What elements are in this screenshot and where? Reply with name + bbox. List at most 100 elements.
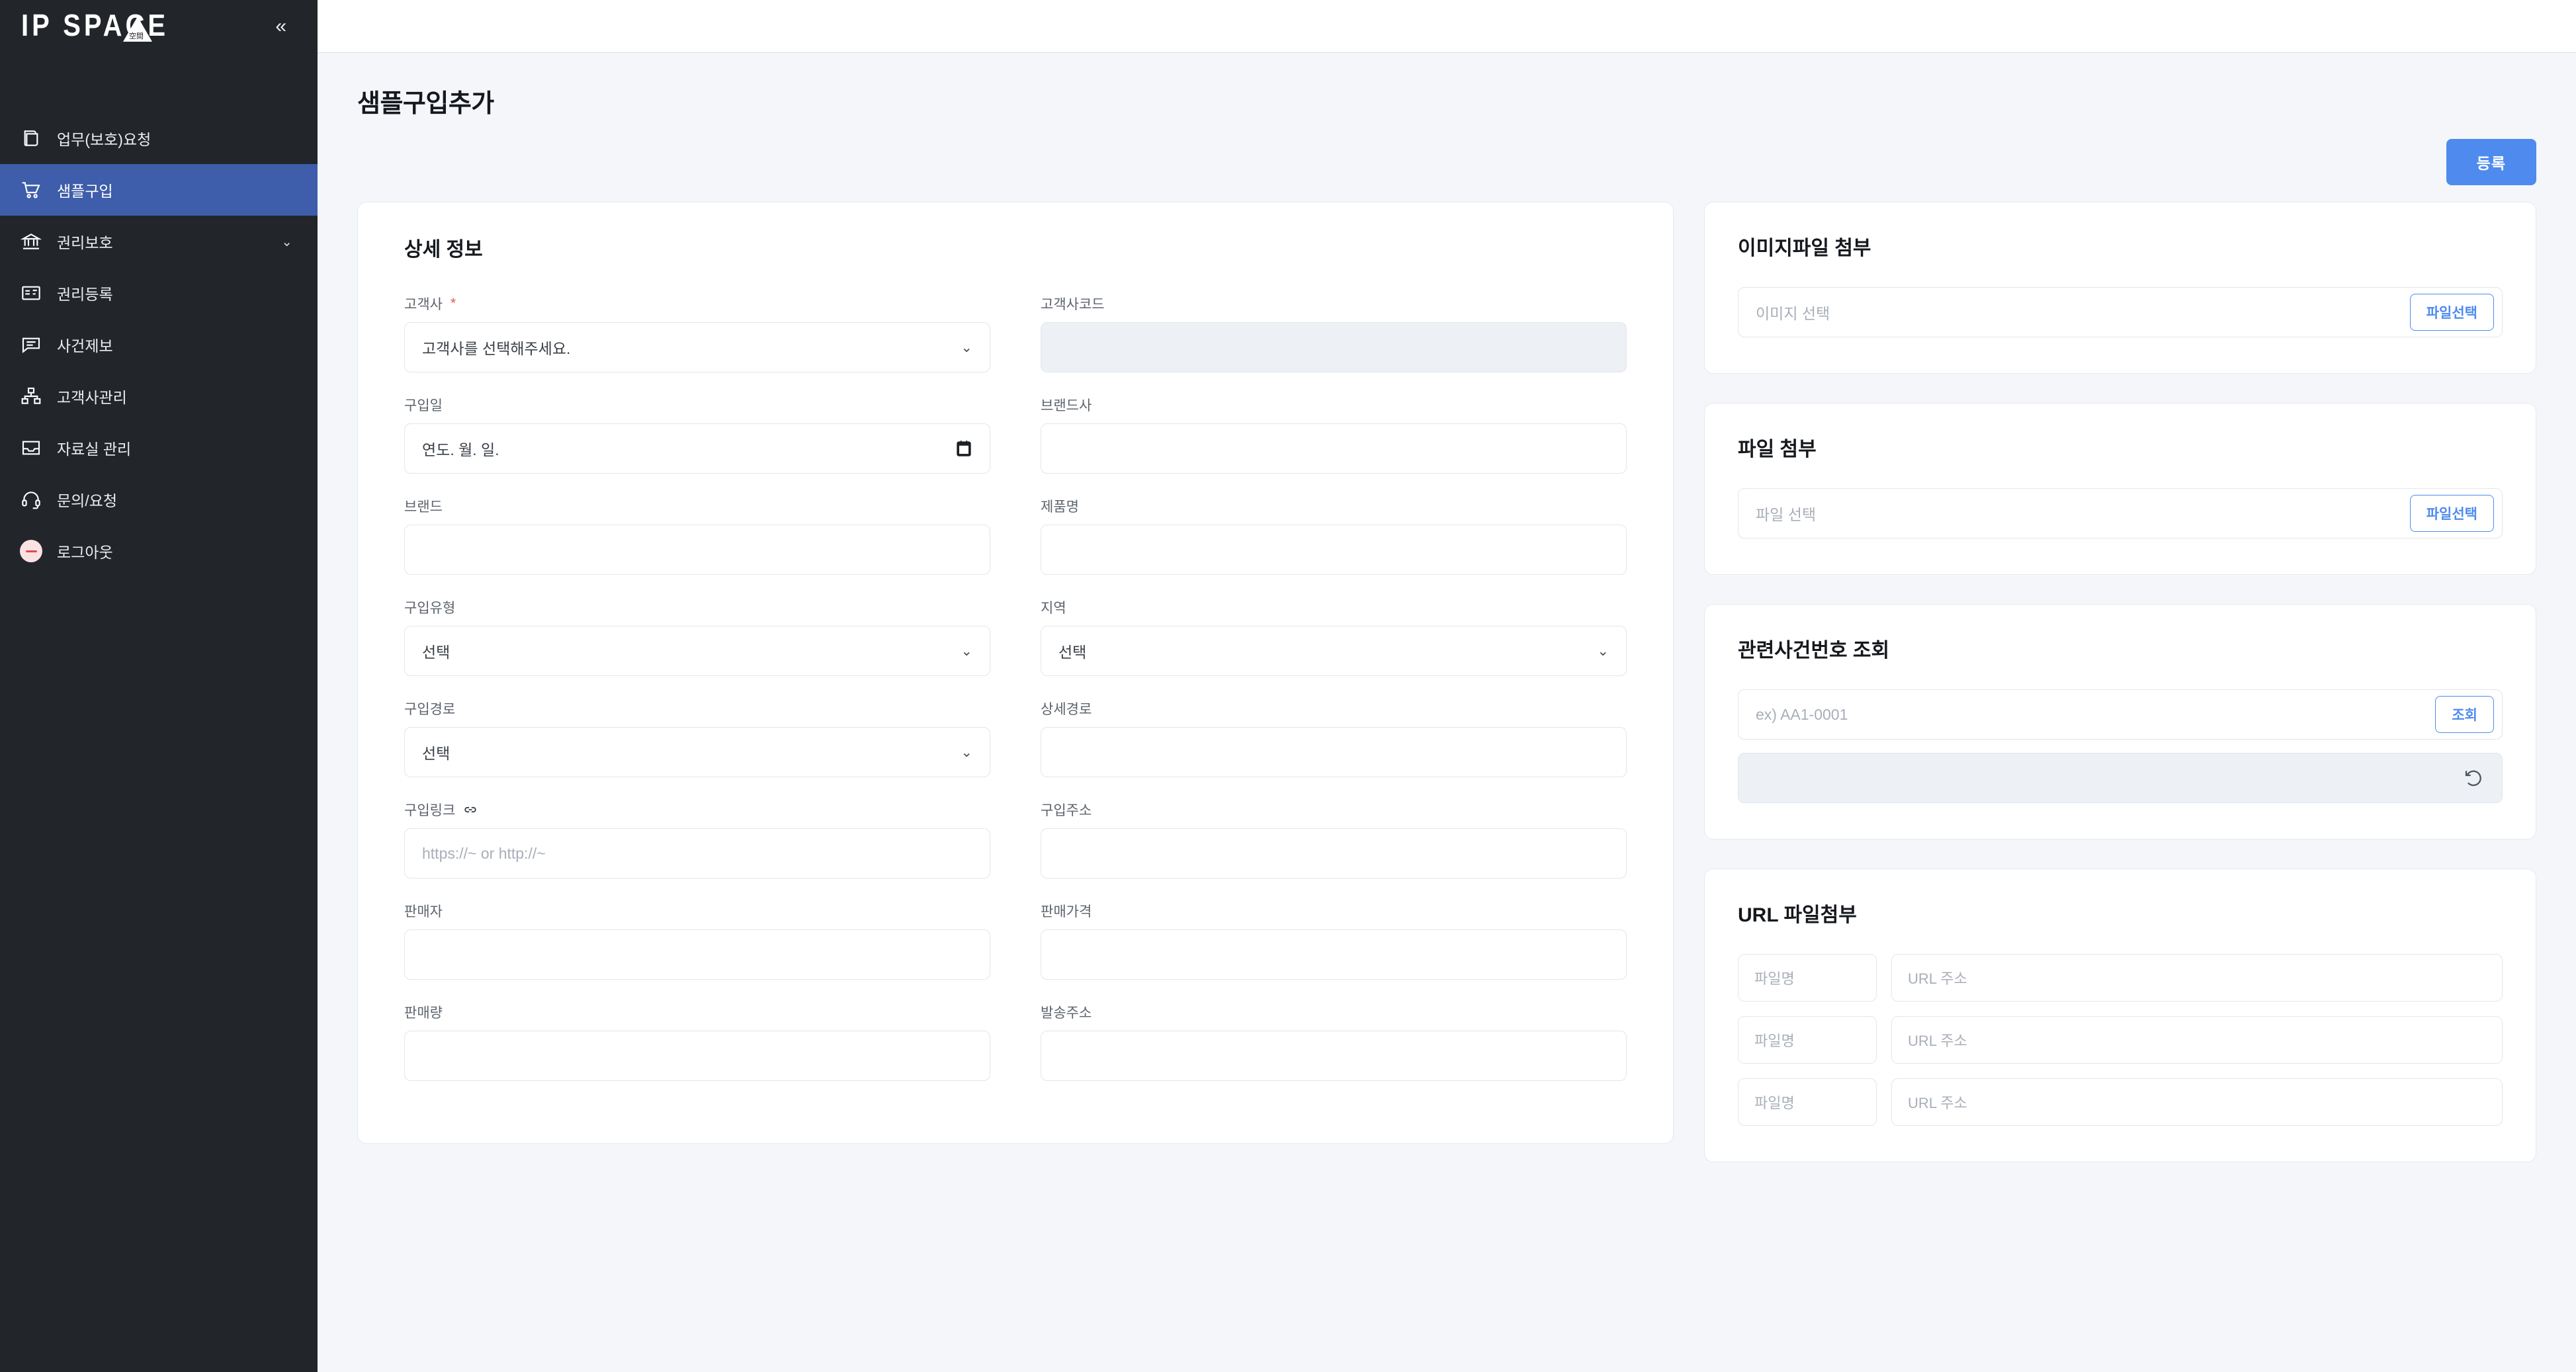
case-number-input[interactable]: ex) AA1-0001: [1756, 706, 2435, 724]
purchase-type-value: 선택: [422, 644, 451, 661]
scroll-icon: [20, 127, 42, 150]
calendar-icon[interactable]: [955, 439, 972, 458]
purchase-link-input[interactable]: https://~ or http://~: [404, 828, 990, 879]
region-select[interactable]: 선택 ⌄: [1041, 626, 1627, 676]
field-label: 브랜드: [404, 499, 443, 515]
sidebar-item-label: 자료실 관리: [57, 441, 132, 458]
field-label: 고객사 *: [404, 294, 990, 314]
field-label: 고객사코드: [1041, 297, 1105, 312]
field-purchase-channel: 구입경로 선택 ⌄: [404, 699, 990, 777]
url-filename-input[interactable]: 파일명: [1738, 954, 1877, 1002]
url-row: 파일명 URL 주소: [1738, 1016, 2503, 1064]
sidebar-item-label: 로그아웃: [57, 544, 113, 561]
detail-column: 상세 정보 고객사 * 고객사를 선택해주세요. ⌄ 고객사코드 구입일 연도.…: [357, 202, 1674, 1144]
page-content: 샘플구입추가 등록 상세 정보 고객사 * 고객사를 선택해주세요. ⌄ 고객사…: [318, 53, 2576, 1372]
sidebar-item-rights-registration[interactable]: 권리등록: [0, 267, 318, 319]
field-product-name: 제품명: [1041, 496, 1627, 575]
field-label-text: 구입링크: [404, 803, 456, 818]
detail-fields-grid: 고객사 * 고객사를 선택해주세요. ⌄ 고객사코드 구입일 연도. 월. 일.…: [404, 294, 1627, 1103]
file-attachment-card: 파일 첨부 파일 선택 파일선택: [1704, 403, 2536, 575]
field-label: 구입일: [404, 398, 443, 413]
logo-emblem-glyph: 空間: [129, 32, 144, 40]
field-brand: 브랜드: [404, 496, 990, 575]
sidebar-item-work-request[interactable]: 업무(보호)요청: [0, 112, 318, 164]
detail-card-title: 상세 정보: [404, 239, 483, 261]
url-address-input[interactable]: URL 주소: [1891, 1016, 2503, 1064]
field-detail-channel: 상세경로: [1041, 699, 1627, 777]
sale-quantity-input[interactable]: [404, 1031, 990, 1081]
case-lookup-title: 관련사건번호 조회: [1738, 640, 1890, 662]
chevron-down-icon[interactable]: ⌄: [281, 234, 292, 250]
purchase-type-select[interactable]: 선택 ⌄: [404, 626, 990, 676]
app-logo: IP SPACE 空間: [21, 9, 169, 43]
field-brand-company: 브랜드사: [1041, 395, 1627, 474]
case-lookup-button[interactable]: 조회: [2435, 696, 2494, 733]
image-attachment-card: 이미지파일 첨부 이미지 선택 파일선택: [1704, 202, 2536, 374]
field-region: 지역 선택 ⌄: [1041, 597, 1627, 676]
product-name-input[interactable]: [1041, 525, 1627, 575]
field-label: 판매량: [404, 1006, 443, 1021]
sale-price-input[interactable]: [1041, 929, 1627, 980]
url-address-input[interactable]: URL 주소: [1891, 954, 2503, 1002]
purchase-date-value: 연도. 월. 일.: [422, 441, 499, 458]
image-file-select-button[interactable]: 파일선택: [2409, 294, 2494, 331]
certificate-icon: [20, 282, 42, 304]
image-attachment-title: 이미지파일 첨부: [1738, 237, 1871, 259]
main-area: 샘플구입추가 등록 상세 정보 고객사 * 고객사를 선택해주세요. ⌄ 고객사…: [318, 0, 2576, 1372]
chevron-down-icon: ⌄: [1597, 643, 1609, 659]
url-address-input[interactable]: URL 주소: [1891, 1078, 2503, 1126]
sidebar-item-logout[interactable]: 로그아웃: [0, 525, 318, 577]
sidebar-item-archive-management[interactable]: 자료실 관리: [0, 422, 318, 474]
logo-text-right: SPACE: [63, 9, 169, 43]
chevron-down-icon: ⌄: [961, 643, 972, 659]
field-customer-code: 고객사코드: [1041, 294, 1627, 372]
field-seller: 판매자: [404, 901, 990, 980]
submit-register-button[interactable]: 등록: [2446, 139, 2536, 185]
field-purchase-address: 구입주소: [1041, 800, 1627, 879]
customer-select-value: 고객사를 선택해주세요.: [422, 340, 571, 357]
field-label: 브랜드사: [1041, 398, 1092, 413]
purchase-date-input[interactable]: 연도. 월. 일.: [404, 423, 990, 474]
case-lookup-card: 관련사건번호 조회 ex) AA1-0001 조회: [1704, 604, 2536, 839]
url-row: 파일명 URL 주소: [1738, 954, 2503, 1002]
undo-icon[interactable]: [2464, 767, 2485, 789]
sidebar-item-client-management[interactable]: 고객사관리: [0, 370, 318, 422]
sidebar-item-inquiry-request[interactable]: 문의/요청: [0, 474, 318, 525]
sidebar-item-label: 권리보호: [57, 234, 113, 251]
headset-icon: [20, 488, 42, 511]
field-label: 발송주소: [1041, 1006, 1092, 1021]
field-purchase-date: 구입일 연도. 월. 일.: [404, 395, 990, 474]
url-filename-input[interactable]: 파일명: [1738, 1016, 1877, 1064]
field-label: 제품명: [1041, 499, 1079, 515]
brand-input[interactable]: [404, 525, 990, 575]
detail-info-card: 상세 정보 고객사 * 고객사를 선택해주세요. ⌄ 고객사코드 구입일 연도.…: [357, 202, 1674, 1144]
purchase-channel-select[interactable]: 선택 ⌄: [404, 727, 990, 777]
customer-select[interactable]: 고객사를 선택해주세요. ⌄: [404, 322, 990, 372]
sidebar-item-label: 문의/요청: [57, 492, 118, 509]
file-input[interactable]: 파일 선택: [1756, 502, 2410, 525]
url-filename-input[interactable]: 파일명: [1738, 1078, 1877, 1126]
field-label: 지역: [1041, 601, 1066, 616]
sidebar-item-rights-protection[interactable]: 권리보호 ⌄: [0, 216, 318, 267]
link-icon: [463, 802, 478, 817]
side-column: 이미지파일 첨부 이미지 선택 파일선택 파일 첨부 파일 선택 파일선택 관련…: [1704, 202, 2536, 1162]
field-label: 구입주소: [1041, 803, 1092, 818]
sidebar-item-label: 샘플구입: [57, 183, 113, 200]
sidebar-item-case-report[interactable]: 사건제보: [0, 319, 318, 370]
seller-input[interactable]: [404, 929, 990, 980]
purchase-address-input[interactable]: [1041, 828, 1627, 879]
sidebar-nav: 업무(보호)요청 샘플구입 권리보호 ⌄ 권리등록 사건제보 고객사관리 자료실…: [0, 112, 318, 577]
file-select-button[interactable]: 파일선택: [2409, 495, 2494, 532]
sidebar-item-label: 고객사관리: [57, 389, 127, 406]
required-asterisk: *: [450, 296, 456, 311]
detail-channel-input[interactable]: [1041, 727, 1627, 777]
brand-company-input[interactable]: [1041, 423, 1627, 474]
sidebar-item-label: 사건제보: [57, 337, 113, 355]
image-file-input[interactable]: 이미지 선택: [1756, 301, 2410, 323]
file-attachment-title: 파일 첨부: [1738, 439, 1817, 460]
top-bar: [318, 0, 2576, 53]
sidebar-header: IP SPACE 空間 «: [0, 0, 318, 53]
shipping-address-input[interactable]: [1041, 1031, 1627, 1081]
sidebar-item-sample-purchase[interactable]: 샘플구입: [0, 164, 318, 216]
sidebar-collapse-icon[interactable]: «: [269, 13, 291, 40]
